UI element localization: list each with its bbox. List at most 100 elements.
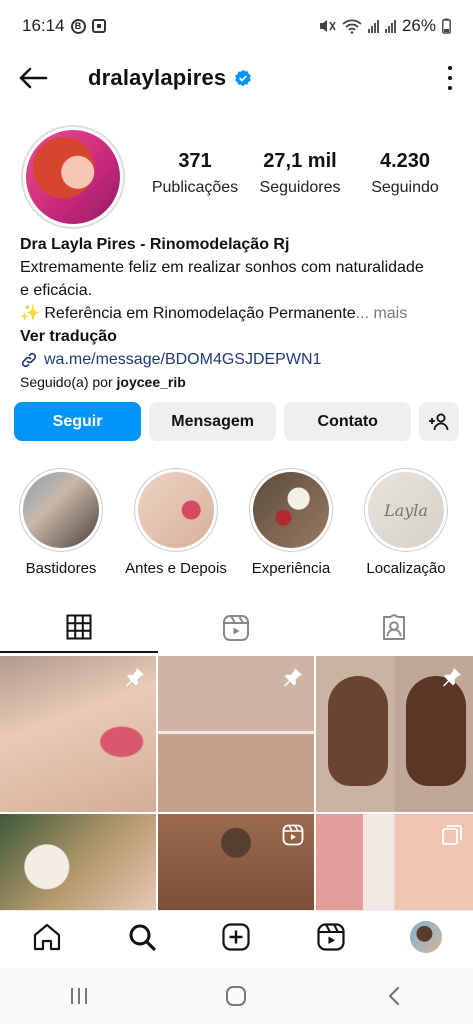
wifi-icon: [342, 19, 362, 34]
highlight-label: Experiência: [251, 560, 331, 577]
follow-button[interactable]: Seguir: [14, 402, 142, 441]
highlight-experiencia[interactable]: Experiência: [238, 468, 344, 577]
stat-followers[interactable]: 27,1 mil Seguidores: [250, 150, 350, 197]
stat-posts-label: Publicações: [151, 179, 239, 196]
profile-avatar-icon: [409, 920, 442, 953]
profile-picture: [26, 130, 120, 224]
highlight-antes-e-depois[interactable]: Antes e Depois: [123, 468, 229, 577]
tagged-icon: [382, 614, 405, 640]
highlight-label: Localização: [366, 560, 446, 577]
post-image-detail: [328, 676, 388, 786]
stat-followers-value: 27,1 mil: [263, 150, 337, 172]
b-badge-icon: B: [70, 18, 86, 34]
recent-apps-icon[interactable]: [68, 985, 90, 1007]
story-highlights: Bastidores Antes e Depois Experiência La…: [8, 468, 468, 577]
bio-line-1: Extremamente feliz em realizar sonhos co…: [20, 259, 424, 276]
battery-icon: [442, 18, 451, 34]
post-thumbnail[interactable]: [316, 814, 473, 910]
suggested-users-button[interactable]: [419, 402, 459, 441]
tab-tagged[interactable]: [315, 603, 473, 653]
bio-name: Dra Layla Pires - Rinomodelação Rj: [20, 236, 290, 253]
system-navigation-bar: [0, 968, 473, 1024]
highlight-label: Antes e Depois: [125, 560, 227, 577]
post-grid: [0, 656, 473, 911]
message-button[interactable]: Mensagem: [149, 402, 277, 441]
post-thumbnail[interactable]: [158, 814, 314, 910]
status-bar: 16:14 B 26%: [0, 0, 473, 52]
search-icon: [129, 924, 156, 951]
add-person-icon: [429, 413, 449, 430]
followed-by-user[interactable]: joycee_rib: [117, 374, 186, 390]
bio-line-3-text: ✨ Referência em Rinomodelação Permanente: [20, 305, 356, 322]
stat-following[interactable]: 4.230 Seguindo: [355, 150, 455, 197]
highlight-thumbnail: [138, 472, 214, 548]
stat-following-value: 4.230: [379, 150, 431, 172]
post-thumbnail[interactable]: [158, 656, 314, 812]
bottom-navigation: [0, 910, 473, 962]
reel-indicator-icon: [282, 824, 304, 846]
mute-icon: [319, 20, 336, 32]
highlight-label: Bastidores: [25, 560, 97, 577]
highlight-ring: [134, 468, 218, 552]
nav-search[interactable]: [122, 917, 162, 957]
home-button-icon[interactable]: [225, 985, 247, 1007]
followed-by[interactable]: Seguido(a) por joycee_rib: [20, 371, 460, 394]
bio-more-link[interactable]: ... mais: [356, 305, 408, 322]
followed-by-prefix: Seguido(a) por: [20, 374, 117, 390]
reels-icon: [223, 615, 250, 641]
profile-actions: Seguir Mensagem Contato: [14, 402, 459, 441]
pin-icon: [443, 668, 461, 687]
stat-posts[interactable]: 371 Publicações: [145, 150, 245, 197]
verified-badge-icon: [235, 69, 252, 87]
bio-line-3: ✨ Referência em Rinomodelação Permanente…: [20, 302, 460, 325]
nav-profile[interactable]: [406, 917, 446, 957]
more-options-icon[interactable]: [445, 66, 455, 90]
grid-icon: [66, 614, 92, 640]
bio-line-2: e eficácia.: [20, 282, 93, 299]
notification-icon: [91, 19, 106, 33]
signal-icon-2: [384, 19, 396, 33]
highlight-bastidores[interactable]: Bastidores: [8, 468, 114, 577]
highlight-localizacao[interactable]: Layla Localização: [353, 468, 459, 577]
battery-percent: 26%: [401, 16, 436, 35]
nav-home[interactable]: [27, 917, 67, 957]
tab-reels[interactable]: [158, 603, 316, 653]
reels-icon: [317, 922, 345, 951]
post-thumbnail[interactable]: [0, 656, 156, 812]
home-icon: [34, 923, 61, 950]
profile-username: dralaylapires: [88, 65, 227, 90]
signal-icon: [367, 19, 379, 33]
stat-posts-value: 371: [178, 150, 212, 172]
profile-avatar[interactable]: [21, 125, 125, 229]
bio-website-link[interactable]: wa.me/message/BDOM4GSJDEPWN1: [20, 348, 460, 371]
pin-icon: [284, 668, 302, 687]
tab-posts[interactable]: [0, 603, 158, 653]
link-icon: [21, 352, 37, 367]
profile-header: dralaylapires: [0, 52, 473, 104]
back-button-icon[interactable]: [383, 985, 405, 1007]
highlight-thumbnail: [23, 472, 99, 548]
back-arrow-icon[interactable]: [18, 62, 50, 94]
highlight-ring: [249, 468, 333, 552]
profile-stats: 371 Publicações 27,1 mil Seguidores 4.23…: [145, 150, 455, 197]
status-time: 16:14: [22, 16, 65, 35]
nav-reels[interactable]: [311, 917, 351, 957]
highlight-thumbnail: Layla: [368, 472, 444, 548]
add-post-icon: [222, 922, 251, 951]
highlight-thumbnail: [253, 472, 329, 548]
post-thumbnail[interactable]: [0, 814, 156, 910]
see-translation-link[interactable]: Ver tradução: [20, 325, 460, 348]
profile-tabs: [0, 603, 473, 653]
post-thumbnail[interactable]: [316, 656, 473, 812]
contact-button[interactable]: Contato: [284, 402, 412, 441]
carousel-icon: [442, 825, 462, 845]
bio-link-text[interactable]: wa.me/message/BDOM4GSJDEPWN1: [44, 348, 321, 371]
stat-following-label: Seguindo: [371, 179, 439, 196]
stat-followers-label: Seguidores: [259, 179, 341, 196]
profile-bio: Dra Layla Pires - Rinomodelação Rj Extre…: [20, 233, 460, 394]
highlight-ring: [19, 468, 103, 552]
pin-icon: [126, 668, 144, 687]
highlight-ring: Layla: [364, 468, 448, 552]
post-image-detail: [406, 676, 466, 786]
nav-create[interactable]: [216, 917, 256, 957]
